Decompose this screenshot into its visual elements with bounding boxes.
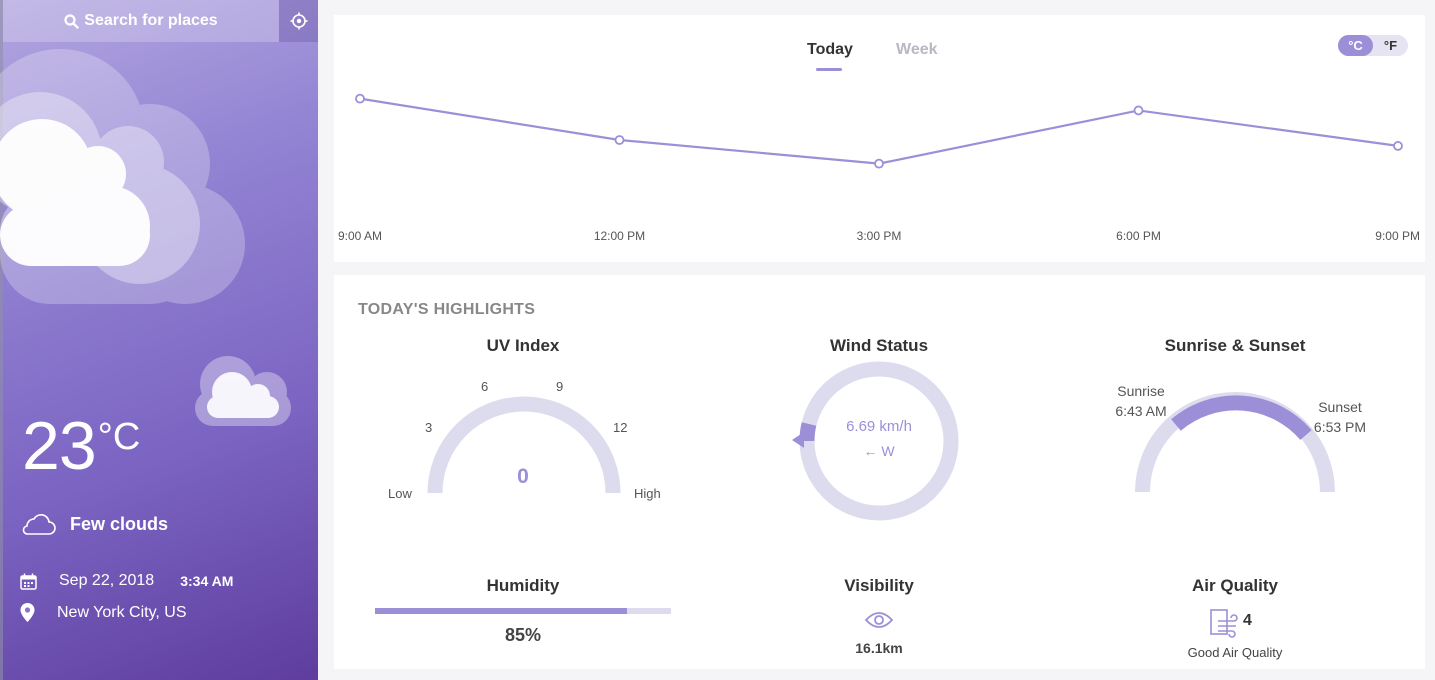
current-date: Sep 22, 2018 <box>59 572 155 589</box>
current-temperature: 23 °C <box>22 412 140 480</box>
uv-tick-6: 6 <box>481 379 489 394</box>
x-tick-label: 9:00 PM <box>1375 229 1420 243</box>
air-quality-value: 4 <box>1243 612 1252 629</box>
temperature-unit: °C <box>97 416 141 458</box>
temperature-value: 23 <box>22 408 97 484</box>
data-point[interactable] <box>1133 105 1144 116</box>
uv-low-label: Low <box>388 486 412 501</box>
data-point[interactable] <box>355 93 365 104</box>
visibility-value: 16.1km <box>855 640 903 656</box>
condition-label: Few clouds <box>70 513 169 534</box>
search-label: Search for places <box>84 12 218 29</box>
uv-tick-9: 9 <box>556 379 564 394</box>
air-quality-title: Air Quality <box>1192 576 1278 595</box>
x-tick-label: 12:00 PM <box>594 229 645 243</box>
visibility-title: Visibility <box>844 576 914 595</box>
highlights-card: TODAY'S HIGHLIGHTS UV Index 3 6 9 12 Low… <box>334 275 1425 669</box>
uv-tick-3: 3 <box>425 420 433 435</box>
series-line <box>359 97 1399 165</box>
wind-dial <box>792 361 959 521</box>
uv-title: UV Index <box>486 336 560 355</box>
calendar-icon <box>20 573 37 590</box>
humidity-value: 85% <box>504 625 542 645</box>
humidity-title: Humidity <box>486 576 560 595</box>
data-point[interactable] <box>874 158 884 169</box>
sunrise-label: Sunrise <box>1117 383 1165 399</box>
highlights-title: TODAY'S HIGHLIGHTS <box>358 301 536 318</box>
data-point[interactable] <box>614 135 625 145</box>
location-pin-icon <box>20 603 35 622</box>
uv-tick-12: 12 <box>613 420 628 435</box>
air-quality-label: Good Air Quality <box>1187 645 1283 660</box>
cloud-icon <box>22 514 56 535</box>
sidebar: Search for places 23 °C Few clouds Sep 2… <box>0 0 318 680</box>
locate-button[interactable] <box>279 0 318 42</box>
small-cloud-icon <box>195 356 291 426</box>
sunset-label: Sunset <box>1318 399 1362 415</box>
crosshair-icon <box>290 12 307 30</box>
sunset-time: 6:53 PM <box>1313 419 1367 435</box>
wind-title: Wind Status <box>829 336 929 355</box>
data-point[interactable] <box>1393 141 1403 151</box>
humidity-bar <box>375 608 671 614</box>
location-label: New York City, US <box>57 603 187 621</box>
search-icon <box>64 13 79 29</box>
date-row: Sep 22, 2018 3:34 AM <box>20 572 233 590</box>
sun-title: Sunrise & Sunset <box>1164 336 1306 355</box>
search-button[interactable]: Search for places <box>3 0 279 42</box>
location-row: New York City, US <box>20 603 187 622</box>
current-time: 3:34 AM <box>180 573 234 589</box>
temperature-line-chart: 9:00 AM 12:00 PM 3:00 PM 6:00 PM 9:00 PM <box>338 93 1420 243</box>
eye-icon <box>864 612 894 628</box>
wind-direction-icon <box>792 432 804 448</box>
air-quality-icon <box>1210 609 1238 638</box>
x-tick-label: 9:00 AM <box>338 229 382 243</box>
uv-value: 0 <box>517 465 529 488</box>
sunrise-time: 6:43 AM <box>1115 403 1167 419</box>
x-tick-label: 6:00 PM <box>1116 229 1161 243</box>
forecast-chart-card: Today Week °C °F 9:00 AM 12:00 PM 3:00 PM 6… <box>334 15 1425 262</box>
wind-speed: 6.69 km/h <box>846 418 912 435</box>
large-cloud-icon <box>0 49 245 304</box>
humidity-bar-fill <box>375 608 627 614</box>
wind-direction: ← W <box>863 443 895 459</box>
weather-condition: Few clouds <box>20 512 168 536</box>
uv-high-label: High <box>634 486 661 501</box>
x-tick-label: 3:00 PM <box>857 229 902 243</box>
